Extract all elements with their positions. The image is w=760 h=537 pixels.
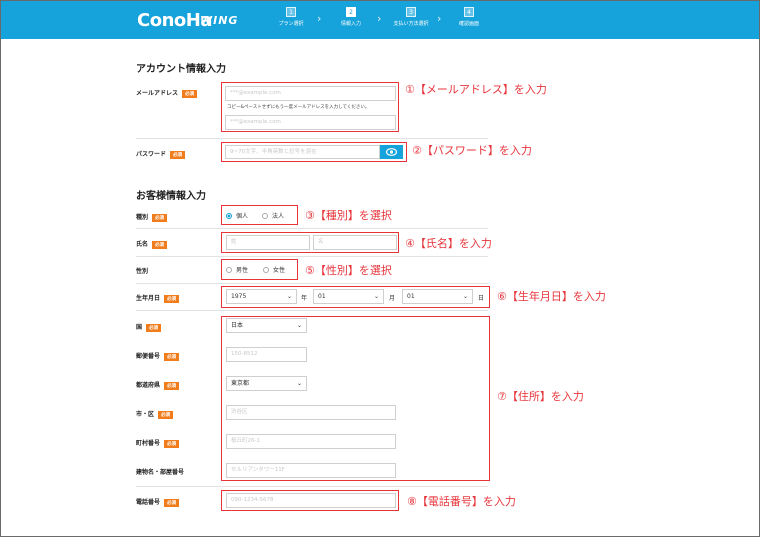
annotation-address: ⑦【住所】を入力 <box>497 390 584 403</box>
annotation-box-address <box>221 316 490 481</box>
required-badge: 必須 <box>152 240 168 249</box>
step-confirm: 4 確認画面 <box>439 7 499 27</box>
annotation-type: ③【種別】を選択 <box>305 209 392 222</box>
street-label: 町村番号 必須 <box>136 438 180 448</box>
customer-section-title: お客様情報入力 <box>136 191 206 202</box>
annotation-birthdate: ⑥【生年月日】を入力 <box>497 290 606 303</box>
step-payment: 3 支払い方法選択 <box>381 7 441 27</box>
name-label-text: 氏名 <box>136 241 149 248</box>
divider <box>136 283 488 284</box>
annotation-box-name <box>221 232 399 253</box>
annotation-box-phone <box>221 490 399 511</box>
type-label: 種別 必須 <box>136 212 168 222</box>
step-label: 情報入力 <box>340 21 361 27</box>
city-label-text: 市・区 <box>136 411 155 418</box>
city-label: 市・区 必須 <box>136 409 174 419</box>
logo-wing: WING <box>200 14 239 27</box>
required-badge: 必須 <box>164 439 180 448</box>
annotation-box-type <box>221 205 298 225</box>
required-badge: 必須 <box>164 352 180 361</box>
step-info: 2 情報入力 <box>321 7 381 27</box>
required-badge: 必須 <box>164 498 180 507</box>
step-label: 確認画面 <box>458 21 479 27</box>
annotation-email: ①【メールアドレス】を入力 <box>405 83 547 96</box>
required-badge: 必須 <box>170 150 186 159</box>
divider <box>136 310 488 311</box>
step-plan: 1 プラン選択 <box>261 7 321 27</box>
annotation-box-password <box>221 142 407 162</box>
divider <box>136 256 488 257</box>
step-number: 3 <box>406 7 416 17</box>
step-label: プラン選択 <box>278 21 304 27</box>
required-badge: 必須 <box>146 323 162 332</box>
step-number: 1 <box>286 7 296 17</box>
country-label: 国必須 <box>136 322 162 332</box>
password-label: パスワード 必須 <box>136 149 186 159</box>
phone-label: 電話番号 必須 <box>136 497 180 507</box>
postal-label: 郵便番号 必須 <box>136 351 180 361</box>
divider <box>136 486 488 487</box>
divider <box>136 138 488 139</box>
gender-label: 性別 <box>136 268 149 275</box>
annotation-box-gender <box>221 259 298 280</box>
street-label-text: 町村番号 <box>136 440 161 447</box>
prefecture-label: 都道府県 必須 <box>136 380 180 390</box>
password-label-text: パスワード <box>136 151 167 158</box>
step-number: 2 <box>346 7 356 17</box>
birthdate-label-text: 生年月日 <box>136 295 161 302</box>
annotation-gender: ⑤【性別】を選択 <box>305 264 392 277</box>
annotation-name: ④【氏名】を入力 <box>405 237 492 250</box>
divider <box>136 228 488 229</box>
required-badge: 必須 <box>164 381 180 390</box>
annotation-phone: ⑧【電話番号】を入力 <box>407 495 516 508</box>
required-badge: 必須 <box>182 89 198 98</box>
email-label: メールアドレス 必須 <box>136 88 198 98</box>
annotation-box-birthdate <box>221 286 490 308</box>
annotation-password: ②【パスワード】を入力 <box>412 144 532 157</box>
required-badge: 必須 <box>158 410 174 419</box>
country-label-text: 国 <box>136 324 143 331</box>
required-badge: 必須 <box>152 213 168 222</box>
building-label: 建物名・部屋番号 <box>136 469 185 476</box>
step-number: 4 <box>464 7 474 17</box>
prefecture-label-text: 都道府県 <box>136 382 161 389</box>
name-label: 氏名 必須 <box>136 239 168 249</box>
required-badge: 必須 <box>164 294 180 303</box>
account-section-title: アカウント情報入力 <box>136 64 226 75</box>
postal-label-text: 郵便番号 <box>136 353 161 360</box>
header-bar: ConoHa WING 1 プラン選択 › 2 情報入力 › 3 支払い方法選択… <box>1 1 759 39</box>
annotation-box-email <box>221 82 399 132</box>
email-label-text: メールアドレス <box>136 90 179 97</box>
phone-label-text: 電話番号 <box>136 499 161 506</box>
step-label: 支払い方法選択 <box>393 21 429 27</box>
birthdate-label: 生年月日 必須 <box>136 293 180 303</box>
type-label-text: 種別 <box>136 214 149 221</box>
